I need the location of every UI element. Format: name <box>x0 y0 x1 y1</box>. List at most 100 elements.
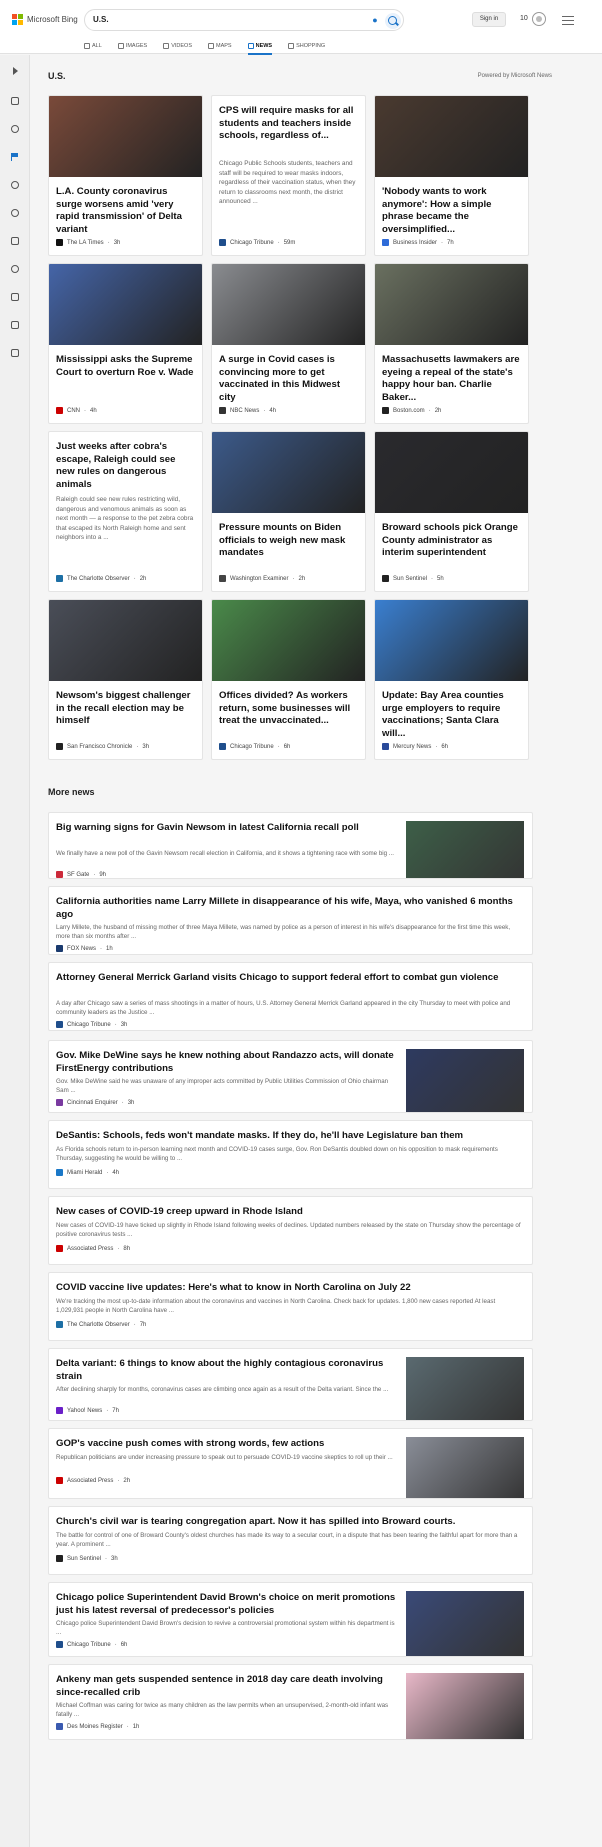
card-headline[interactable]: L.A. County coronavirus surge worsens am… <box>56 186 195 238</box>
car-icon[interactable] <box>11 349 19 357</box>
card-image[interactable] <box>212 264 365 345</box>
news-list-item[interactable]: COVID vaccine live updates: Here's what … <box>48 1272 533 1341</box>
card-source[interactable]: Chicago Tribune · 59m <box>219 239 295 246</box>
news-list-item[interactable]: Chicago police Superintendent David Brow… <box>48 1582 533 1657</box>
news-card[interactable]: Update: Bay Area counties urge employers… <box>374 599 529 760</box>
card-headline[interactable]: Mississippi asks the Supreme Court to ov… <box>56 354 195 406</box>
card-headline[interactable]: Newsom's biggest challenger in the recal… <box>56 690 195 742</box>
shuffle-icon[interactable] <box>11 125 19 133</box>
microphone-icon[interactable]: ● <box>369 15 381 27</box>
rocket-icon[interactable] <box>11 265 19 273</box>
home-icon[interactable] <box>11 97 19 105</box>
news-list-item[interactable]: Church's civil war is tearing congregati… <box>48 1506 533 1575</box>
news-card[interactable]: Pressure mounts on Biden officials to we… <box>211 431 366 592</box>
card-source[interactable]: Mercury News · 6h <box>382 743 448 750</box>
news-source[interactable]: SF Gate · 9h <box>56 871 106 878</box>
card-source[interactable]: Boston.com · 2h <box>382 407 441 414</box>
rewards-icon[interactable] <box>532 12 546 26</box>
news-card[interactable]: A surge in Covid cases is convincing mor… <box>211 263 366 424</box>
card-image[interactable] <box>212 600 365 681</box>
news-headline[interactable]: Gov. Mike DeWine says he knew nothing ab… <box>56 1050 396 1075</box>
news-headline[interactable]: Church's civil war is tearing congregati… <box>56 1516 521 1529</box>
news-source[interactable]: Associated Press · 8h <box>56 1245 130 1252</box>
tab-images[interactable]: IMAGES <box>117 40 147 52</box>
news-headline[interactable]: GOP's vaccine push comes with strong wor… <box>56 1438 396 1451</box>
card-image[interactable] <box>375 264 528 345</box>
tab-all[interactable]: ALL <box>84 40 102 52</box>
news-list-item[interactable]: Gov. Mike DeWine says he knew nothing ab… <box>48 1040 533 1113</box>
tab-maps[interactable]: MAPS <box>208 40 232 52</box>
tab-videos[interactable]: VIDEOS <box>163 40 192 52</box>
card-source[interactable]: Washington Examiner · 2h <box>219 575 305 582</box>
bank-icon[interactable] <box>11 321 19 329</box>
search-icon[interactable] <box>385 13 401 29</box>
news-source[interactable]: Chicago Tribune · 6h <box>56 1641 127 1648</box>
card-image[interactable] <box>49 264 202 345</box>
card-image[interactable] <box>375 432 528 513</box>
news-headline[interactable]: Attorney General Merrick Garland visits … <box>56 972 521 985</box>
news-card[interactable]: Broward schools pick Orange County admin… <box>374 431 529 592</box>
news-card[interactable]: Offices divided? As workers return, some… <box>211 599 366 760</box>
card-image[interactable] <box>212 432 365 513</box>
card-source[interactable]: The LA Times · 3h <box>56 239 120 246</box>
card-source[interactable]: Sun Sentinel · 5h <box>382 575 444 582</box>
sign-in-button[interactable]: Sign in <box>472 12 506 27</box>
news-list-item[interactable]: New cases of COVID-19 creep upward in Rh… <box>48 1196 533 1265</box>
news-thumbnail[interactable] <box>406 1437 524 1498</box>
news-headline[interactable]: DeSantis: Schools, feds won't mandate ma… <box>56 1130 521 1143</box>
card-source[interactable]: San Francisco Chronicle · 3h <box>56 743 149 750</box>
card-headline[interactable]: Broward schools pick Orange County admin… <box>382 522 521 574</box>
news-source[interactable]: The Charlotte Observer · 7h <box>56 1321 146 1328</box>
card-headline[interactable]: Update: Bay Area counties urge employers… <box>382 690 521 742</box>
news-source[interactable]: Chicago Tribune · 3h <box>56 1021 127 1028</box>
news-list-item[interactable]: California authorities name Larry Millet… <box>48 886 533 955</box>
news-list-item[interactable]: Attorney General Merrick Garland visits … <box>48 962 533 1031</box>
news-card[interactable]: Massachusetts lawmakers are eyeing a rep… <box>374 263 529 424</box>
news-card[interactable]: CPS will require masks for all students … <box>211 95 366 256</box>
news-source[interactable]: FOX News · 1h <box>56 945 113 952</box>
news-list-item[interactable]: Ankeny man gets suspended sentence in 20… <box>48 1664 533 1740</box>
news-list-item[interactable]: GOP's vaccine push comes with strong wor… <box>48 1428 533 1499</box>
news-headline[interactable]: Delta variant: 6 things to know about th… <box>56 1358 396 1383</box>
microscope-icon[interactable] <box>11 237 19 245</box>
news-headline[interactable]: New cases of COVID-19 creep upward in Rh… <box>56 1206 521 1219</box>
card-image[interactable] <box>49 600 202 681</box>
card-image[interactable] <box>49 96 202 177</box>
flag-icon[interactable] <box>11 153 19 161</box>
card-source[interactable]: CNN · 4h <box>56 407 97 414</box>
rewards-points[interactable]: 10 <box>520 15 528 22</box>
card-source[interactable]: NBC News · 4h <box>219 407 276 414</box>
card-headline[interactable]: CPS will require masks for all students … <box>219 105 358 155</box>
card-image[interactable] <box>375 96 528 177</box>
card-headline[interactable]: Offices divided? As workers return, some… <box>219 690 358 742</box>
bing-logo[interactable]: Microsoft Bing <box>12 14 78 25</box>
news-card[interactable]: Just weeks after cobra's escape, Raleigh… <box>48 431 203 592</box>
news-list-item[interactable]: Delta variant: 6 things to know about th… <box>48 1348 533 1421</box>
tab-news[interactable]: NEWS <box>247 40 272 55</box>
card-headline[interactable]: Massachusetts lawmakers are eyeing a rep… <box>382 354 521 406</box>
news-headline[interactable]: COVID vaccine live updates: Here's what … <box>56 1282 521 1295</box>
card-source[interactable]: Business Insider · 7h <box>382 239 454 246</box>
news-thumbnail[interactable] <box>406 1049 524 1112</box>
news-headline[interactable]: Big warning signs for Gavin Newsom in la… <box>56 822 396 835</box>
film-icon[interactable] <box>11 293 19 301</box>
news-card[interactable]: Newsom's biggest challenger in the recal… <box>48 599 203 760</box>
news-source[interactable]: Sun Sentinel · 3h <box>56 1555 118 1562</box>
news-thumbnail[interactable] <box>406 821 524 878</box>
news-source[interactable]: Cincinnati Enquirer · 3h <box>56 1099 134 1106</box>
news-headline[interactable]: Chicago police Superintendent David Brow… <box>56 1592 396 1617</box>
news-list-item[interactable]: DeSantis: Schools, feds won't mandate ma… <box>48 1120 533 1189</box>
news-headline[interactable]: California authorities name Larry Millet… <box>56 896 521 921</box>
news-source[interactable]: Miami Herald · 4h <box>56 1169 119 1176</box>
tab-shopping[interactable]: SHOPPING <box>288 40 325 52</box>
news-headline[interactable]: Ankeny man gets suspended sentence in 20… <box>56 1674 396 1699</box>
search-box[interactable]: U.S. ● <box>84 9 404 31</box>
news-card[interactable]: L.A. County coronavirus surge worsens am… <box>48 95 203 256</box>
news-source[interactable]: Associated Press · 2h <box>56 1477 130 1484</box>
news-source[interactable]: Des Moines Register · 1h <box>56 1723 139 1730</box>
news-source[interactable]: Yahoo! News · 7h <box>56 1407 119 1414</box>
card-headline[interactable]: 'Nobody wants to work anymore': How a si… <box>382 186 521 238</box>
location-icon[interactable] <box>11 181 19 189</box>
card-image[interactable] <box>375 600 528 681</box>
news-thumbnail[interactable] <box>406 1357 524 1420</box>
